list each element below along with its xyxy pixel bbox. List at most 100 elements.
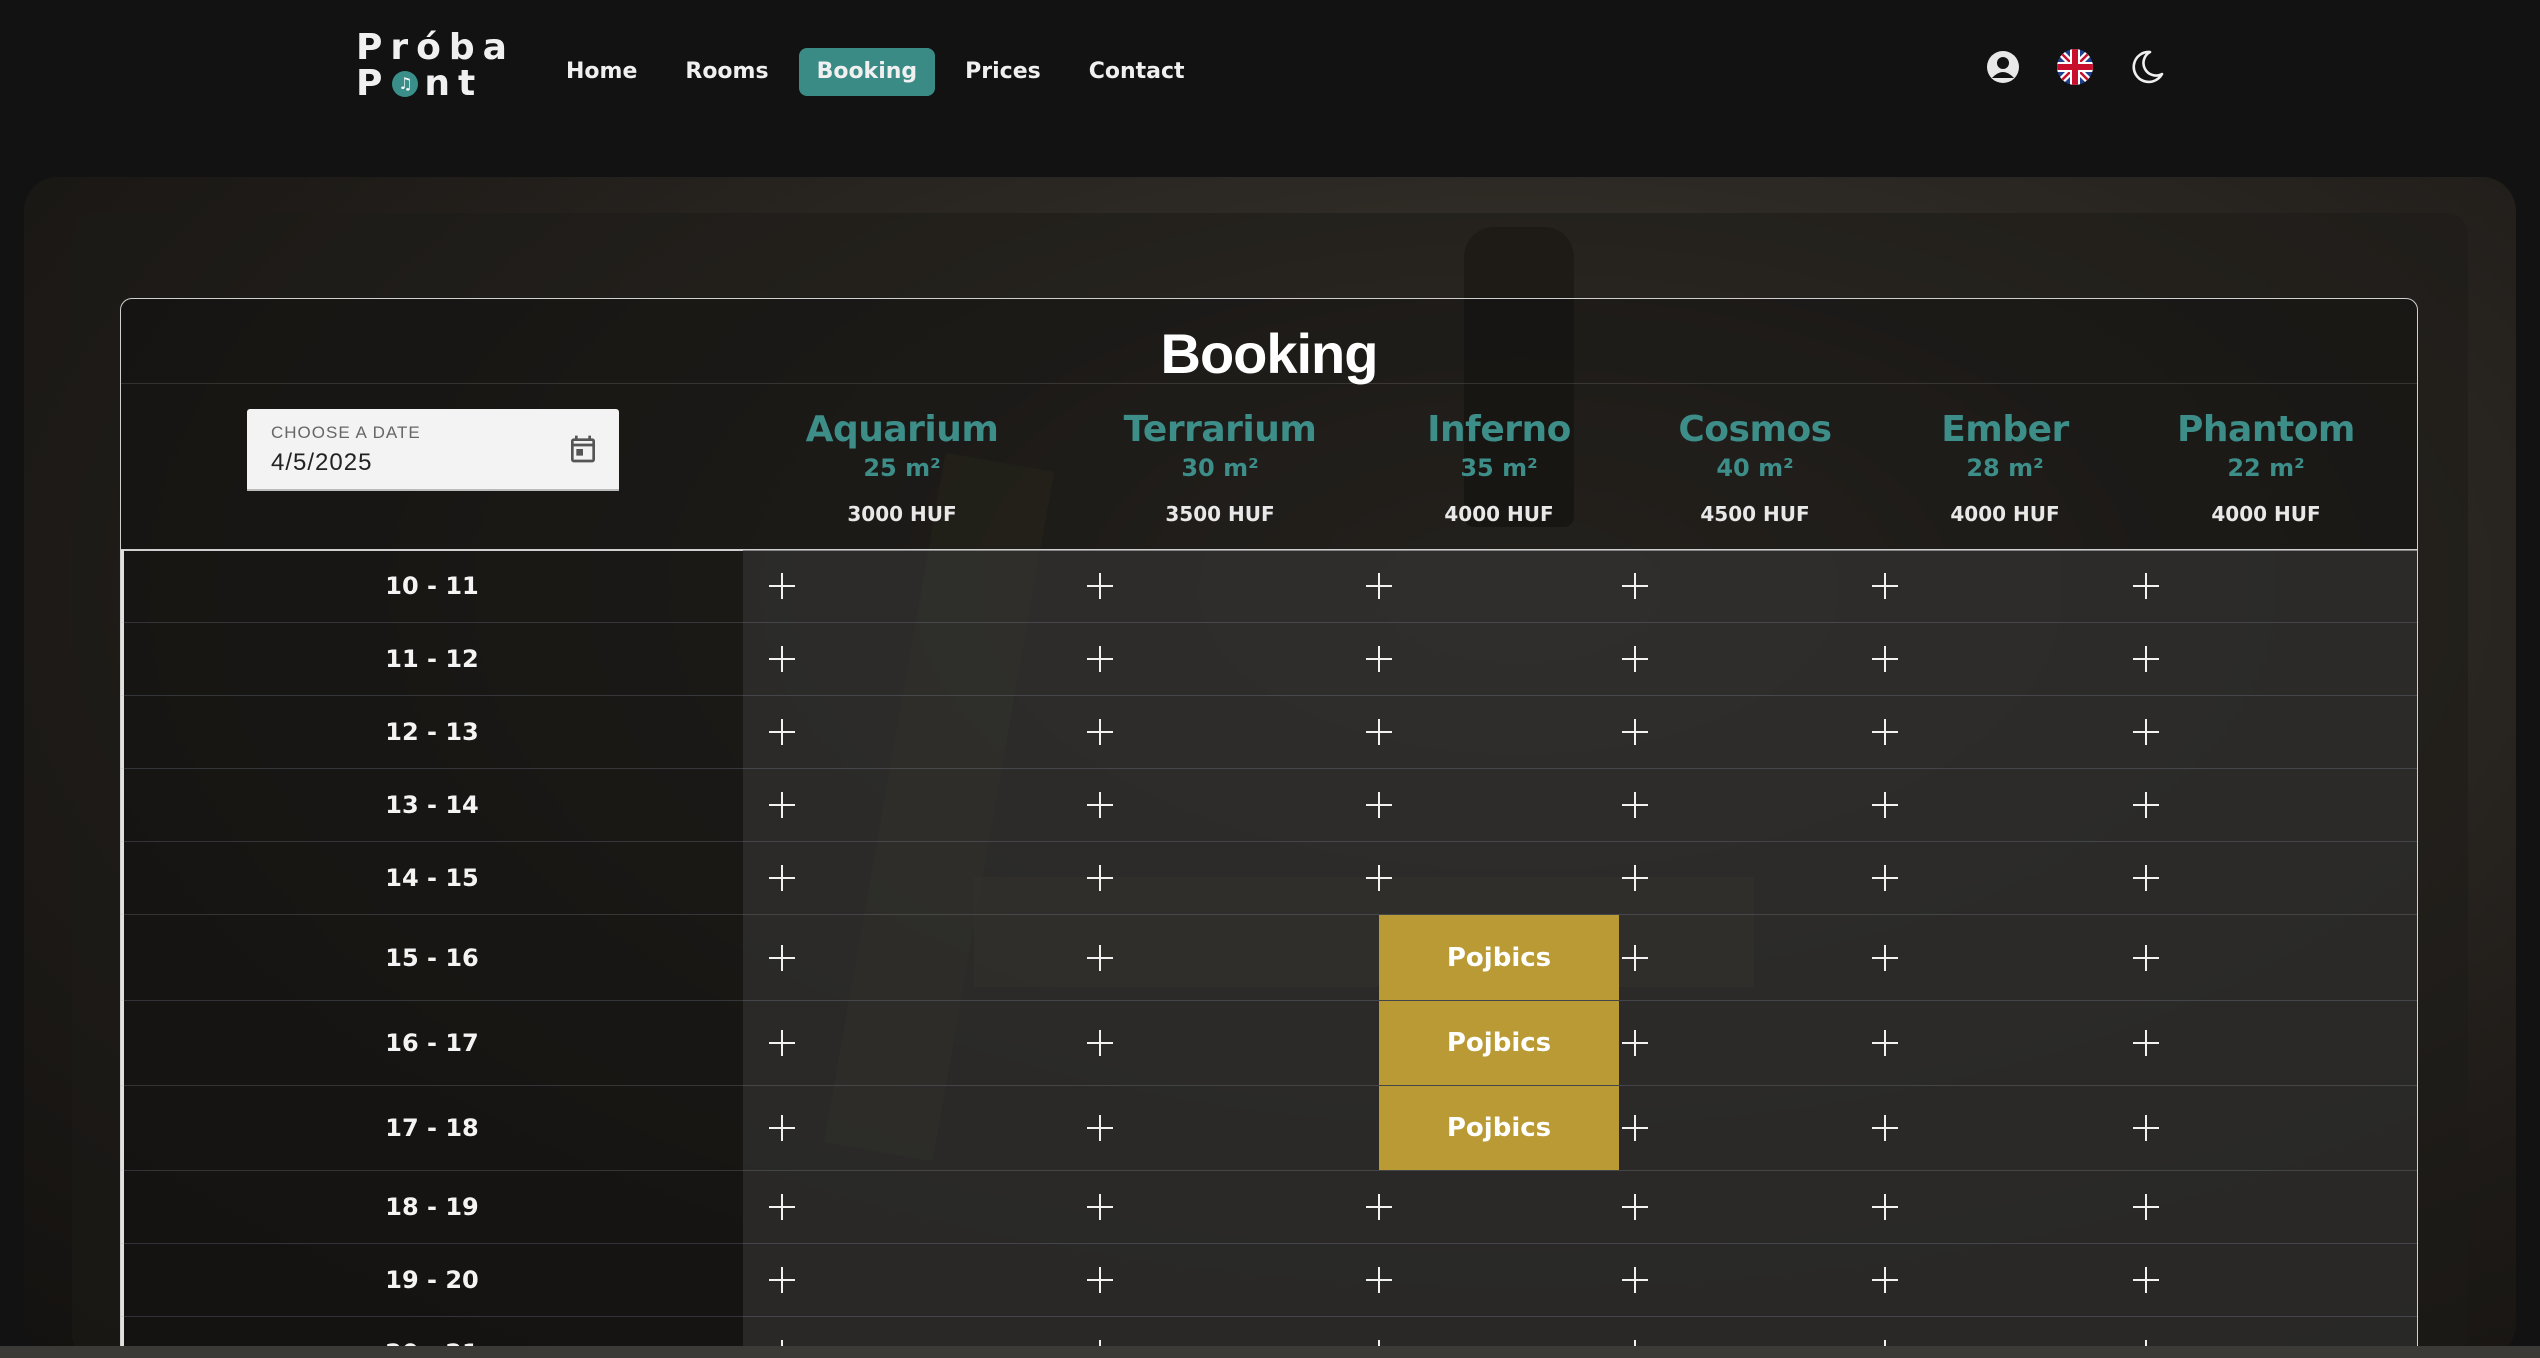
nav-booking[interactable]: Booking <box>798 48 936 96</box>
date-picker-value[interactable]: 4/5/2025 <box>271 449 372 477</box>
plus-icon <box>1872 1115 1898 1141</box>
add-booking-button[interactable] <box>623 1001 941 1085</box>
plus-icon <box>1622 865 1648 891</box>
add-booking-button[interactable] <box>1996 550 2296 622</box>
add-booking-button[interactable] <box>623 1086 941 1170</box>
add-booking-button[interactable] <box>1771 1086 1999 1170</box>
add-booking-button[interactable] <box>1259 1171 1499 1243</box>
add-booking-button[interactable] <box>941 1086 1259 1170</box>
plus-icon <box>1087 719 1113 745</box>
add-booking-button[interactable] <box>623 550 941 622</box>
add-booking-button[interactable] <box>623 623 941 695</box>
moon-icon[interactable] <box>2128 48 2166 86</box>
add-booking-button[interactable] <box>1499 1244 1771 1316</box>
plus-icon <box>769 792 795 818</box>
room-size: 35 m² <box>1460 454 1538 482</box>
music-note-icon: ♫ <box>392 71 419 97</box>
room-name: Cosmos <box>1678 409 1832 450</box>
add-booking-button[interactable] <box>1996 769 2296 841</box>
plus-icon <box>1872 573 1898 599</box>
room-name: Inferno <box>1427 409 1571 450</box>
room-header-ember: Ember 28 m² 4000 HUF <box>1865 409 2145 526</box>
add-booking-button[interactable] <box>941 1001 1259 1085</box>
plus-icon <box>1366 573 1392 599</box>
add-booking-button[interactable] <box>1499 915 1771 1000</box>
add-booking-button[interactable] <box>1996 623 2296 695</box>
add-booking-button[interactable] <box>1499 1001 1771 1085</box>
add-booking-button[interactable] <box>1996 1244 2296 1316</box>
date-picker-label: CHOOSE A DATE <box>271 423 421 442</box>
add-booking-button[interactable] <box>1996 1086 2296 1170</box>
plus-icon <box>1622 1194 1648 1220</box>
add-booking-button[interactable] <box>941 842 1259 914</box>
add-booking-button[interactable] <box>1259 696 1499 768</box>
add-booking-button[interactable] <box>941 550 1259 622</box>
add-booking-button[interactable] <box>941 1244 1259 1316</box>
add-booking-button[interactable] <box>1771 1001 1999 1085</box>
add-booking-button[interactable] <box>1259 842 1499 914</box>
add-booking-button[interactable] <box>941 1171 1259 1243</box>
plus-icon <box>1087 1267 1113 1293</box>
add-booking-button[interactable] <box>1499 623 1771 695</box>
add-booking-button[interactable] <box>941 769 1259 841</box>
add-booking-button[interactable] <box>1771 915 1999 1000</box>
nav-prices[interactable]: Prices <box>947 48 1059 96</box>
add-booking-button[interactable] <box>1771 769 1999 841</box>
add-booking-button[interactable] <box>623 769 941 841</box>
add-booking-button[interactable] <box>1771 550 1999 622</box>
header-icons <box>1984 48 2166 86</box>
time-slot-row: 11 - 12 <box>121 623 2417 696</box>
add-booking-button[interactable] <box>623 842 941 914</box>
user-icon[interactable] <box>1984 48 2022 86</box>
plus-icon <box>1622 573 1648 599</box>
nav-contact[interactable]: Contact <box>1071 48 1203 96</box>
plus-icon <box>1087 1030 1113 1056</box>
add-booking-button[interactable] <box>1996 696 2296 768</box>
plus-icon <box>1872 646 1898 672</box>
add-booking-button[interactable] <box>941 696 1259 768</box>
plus-icon <box>1872 1030 1898 1056</box>
logo[interactable]: Próba P ♫ nt <box>356 30 516 106</box>
add-booking-button[interactable] <box>1996 842 2296 914</box>
time-slot-row: 17 - 18 Pojbics <box>121 1086 2417 1171</box>
add-booking-button[interactable] <box>1499 696 1771 768</box>
plus-icon <box>2133 865 2159 891</box>
plus-icon <box>2133 1115 2159 1141</box>
add-booking-button[interactable] <box>1259 1244 1499 1316</box>
add-booking-button[interactable] <box>1499 769 1771 841</box>
add-booking-button[interactable] <box>1771 696 1999 768</box>
add-booking-button[interactable] <box>941 623 1259 695</box>
room-size: 40 m² <box>1716 454 1794 482</box>
uk-flag-icon[interactable] <box>2056 48 2094 86</box>
add-booking-button[interactable] <box>1499 1171 1771 1243</box>
nav-rooms[interactable]: Rooms <box>667 48 786 96</box>
add-booking-button[interactable] <box>623 1244 941 1316</box>
add-booking-button[interactable] <box>1259 623 1499 695</box>
add-booking-button[interactable] <box>1771 623 1999 695</box>
add-booking-button[interactable] <box>1996 915 2296 1000</box>
logo-letter: P <box>356 63 391 104</box>
add-booking-button[interactable] <box>1771 1171 1999 1243</box>
add-booking-button[interactable] <box>1499 1086 1771 1170</box>
add-booking-button[interactable] <box>1771 1244 1999 1316</box>
room-name: Phantom <box>2177 409 2355 450</box>
add-booking-button[interactable] <box>1771 842 1999 914</box>
nav-home[interactable]: Home <box>548 48 655 96</box>
calendar-icon[interactable] <box>567 433 599 465</box>
add-booking-button[interactable] <box>623 696 941 768</box>
add-booking-button[interactable] <box>1259 769 1499 841</box>
add-booking-button[interactable] <box>623 1171 941 1243</box>
add-booking-button[interactable] <box>1499 550 1771 622</box>
plus-icon <box>1087 865 1113 891</box>
add-booking-button[interactable] <box>623 915 941 1000</box>
plus-icon <box>1872 944 1898 971</box>
plus-icon <box>2133 1267 2159 1293</box>
plus-icon <box>1622 1267 1648 1293</box>
add-booking-button[interactable] <box>1996 1171 2296 1243</box>
add-booking-button[interactable] <box>1259 550 1499 622</box>
date-picker[interactable]: CHOOSE A DATE 4/5/2025 <box>247 409 619 491</box>
room-price: 3000 HUF <box>847 502 957 526</box>
add-booking-button[interactable] <box>1499 842 1771 914</box>
add-booking-button[interactable] <box>941 915 1259 1000</box>
add-booking-button[interactable] <box>1996 1001 2296 1085</box>
